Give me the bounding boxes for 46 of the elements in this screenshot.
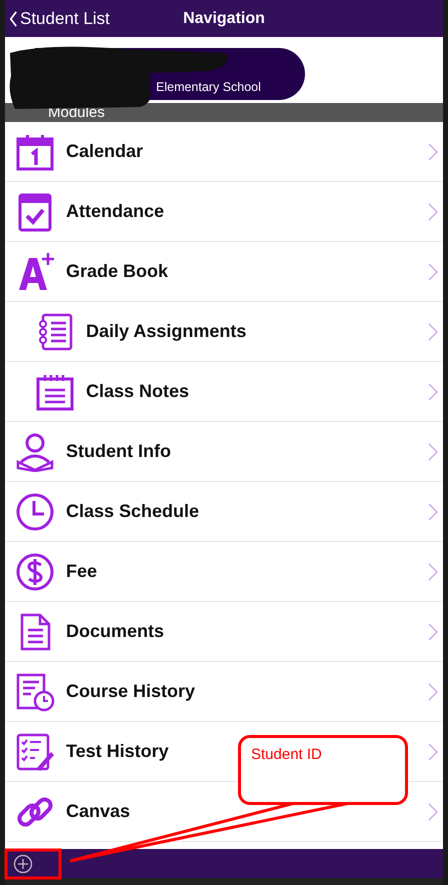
module-label: Fee (66, 561, 98, 582)
module-label: Grade Book (66, 261, 168, 282)
module-label: Daily Assignments (86, 321, 246, 342)
chevron-icon (428, 382, 438, 400)
module-item[interactable]: Documents (5, 602, 443, 662)
chevron-icon (428, 562, 438, 580)
add-icon[interactable] (13, 854, 33, 874)
document-clock-icon (15, 672, 55, 712)
module-label: Class Notes (86, 381, 190, 402)
module-label: Class Schedule (66, 501, 200, 522)
highlight-frame (4, 848, 62, 880)
checklist-pencil-icon (15, 732, 55, 772)
screen-title: Navigation (183, 10, 265, 28)
module-label: Calendar (66, 141, 144, 162)
module-label: Student Info (66, 441, 171, 462)
module-item[interactable]: Grade Book (5, 242, 443, 302)
reader-icon (15, 432, 55, 472)
back-button[interactable]: Student List (5, 8, 110, 28)
module-item[interactable]: Class Schedule (5, 482, 443, 542)
chevron-icon (428, 622, 438, 640)
chevron-icon (428, 142, 438, 160)
callout-text: Student ID (251, 746, 322, 763)
module-item[interactable]: Attendance (5, 182, 443, 242)
chevron-icon (428, 442, 438, 460)
dollar-icon (15, 552, 55, 592)
module-item[interactable]: Daily Assignments (5, 302, 443, 362)
chevron-icon (428, 682, 438, 700)
module-item[interactable]: Student Info (5, 422, 443, 482)
chevron-icon (428, 262, 438, 280)
module-label: Test History (66, 741, 169, 762)
module-label: Attendance (66, 201, 164, 222)
module-label: Documents (66, 621, 164, 642)
chevron-icon (428, 502, 438, 520)
chevron-icon (428, 802, 438, 820)
clock-icon (15, 492, 55, 532)
chevron-icon (428, 202, 438, 220)
chevron-icon (428, 742, 438, 760)
module-label: Course History (66, 681, 196, 702)
module-item[interactable]: Class Notes (5, 362, 443, 422)
module-item[interactable]: Fee (5, 542, 443, 602)
chevron-icon (428, 322, 438, 340)
module-item[interactable]: Course History (5, 662, 443, 722)
back-icon (9, 10, 18, 26)
module-label: Canvas (66, 801, 130, 822)
school-name: Elementary School (156, 80, 261, 94)
module-item[interactable]: Calendar (5, 122, 443, 182)
